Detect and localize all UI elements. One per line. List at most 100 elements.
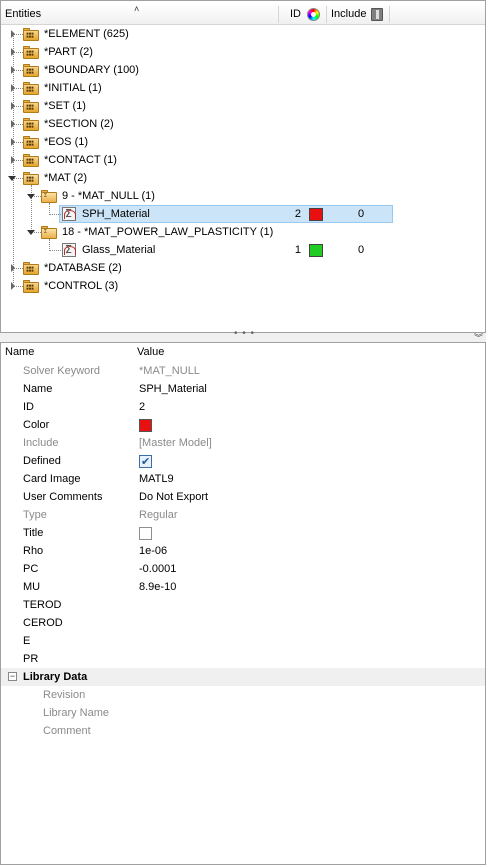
folder-icon: ▪▪▪ ▪▪▪ bbox=[23, 117, 39, 131]
property-table-header: Name Value bbox=[1, 343, 485, 361]
tree-node-glass-material[interactable]: Glass_Material 1 0 bbox=[1, 241, 485, 259]
property-value: *MAT_NULL bbox=[139, 365, 200, 377]
property-row-mu[interactable]: MU 8.9e-10 bbox=[1, 578, 485, 596]
card-image-value[interactable]: MATL9 bbox=[139, 470, 174, 488]
property-row-defined[interactable]: Defined bbox=[1, 452, 485, 471]
expand-arrow-icon[interactable] bbox=[9, 30, 17, 38]
title-checkbox[interactable] bbox=[139, 527, 152, 540]
tree-node-mat[interactable]: ▪▪▪ ▪▪▪ *MAT (2) bbox=[1, 169, 485, 187]
property-row-rho[interactable]: Rho 1e-06 bbox=[1, 542, 485, 560]
expand-arrow-icon[interactable] bbox=[9, 102, 17, 110]
property-row-pr[interactable]: PR bbox=[1, 650, 485, 668]
tree-node-mat-power-law-plasticity[interactable]: Σ 18 - *MAT_POWER_LAW_PLASTICITY (1) bbox=[1, 223, 485, 241]
tree-node-database[interactable]: ▪▪▪ ▪▪▪ *DATABASE (2) bbox=[1, 259, 485, 277]
folder-icon: ▪▪▪ ▪▪▪ bbox=[23, 81, 39, 95]
tree-node-boundary[interactable]: ▪▪▪ ▪▪▪ *BOUNDARY (100) bbox=[1, 61, 485, 79]
tree-node-section[interactable]: ▪▪▪ ▪▪▪ *SECTION (2) bbox=[1, 115, 485, 133]
open-folder-icon: Σ bbox=[41, 189, 57, 203]
collapse-arrow-icon[interactable] bbox=[8, 174, 16, 182]
folder-icon: ▪▪▪ ▪▪▪ bbox=[23, 99, 39, 113]
property-row-name[interactable]: Name SPH_Material bbox=[1, 380, 485, 398]
property-value: Regular bbox=[139, 509, 178, 521]
property-name: Revision bbox=[43, 689, 86, 701]
property-value: [Master Model] bbox=[139, 437, 212, 449]
property-name: ID bbox=[23, 401, 34, 413]
pc-value-field[interactable]: -0.0001 bbox=[139, 560, 176, 578]
tree-node-label: *SECTION (2) bbox=[44, 118, 114, 130]
entity-include: 0 bbox=[358, 244, 365, 256]
color-swatch[interactable] bbox=[139, 419, 152, 432]
property-row-user-comments[interactable]: User Comments Do Not Export bbox=[1, 488, 485, 506]
defined-checkbox[interactable] bbox=[139, 453, 152, 471]
expand-arrow-icon[interactable] bbox=[9, 84, 17, 92]
property-name: Include bbox=[23, 437, 59, 449]
tree-node-contact[interactable]: ▪▪▪ ▪▪▪ *CONTACT (1) bbox=[1, 151, 485, 169]
property-row-title[interactable]: Title bbox=[1, 524, 485, 542]
id-column-header[interactable]: ID bbox=[290, 4, 301, 25]
tree-node-mat-null[interactable]: Σ 9 - *MAT_NULL (1) bbox=[1, 187, 485, 205]
id-value-field[interactable]: 2 bbox=[139, 398, 145, 416]
tree-node-label: *CONTROL (3) bbox=[44, 280, 119, 292]
property-row-solver-keyword[interactable]: Solver Keyword *MAT_NULL bbox=[1, 362, 485, 380]
name-column-header[interactable]: Name bbox=[5, 343, 34, 361]
column-divider[interactable] bbox=[278, 6, 279, 23]
property-row-pc[interactable]: PC -0.0001 bbox=[1, 560, 485, 578]
entity-color-swatch[interactable] bbox=[309, 244, 323, 257]
entity-color-swatch[interactable] bbox=[309, 208, 323, 221]
property-row-comment[interactable]: Comment bbox=[1, 722, 485, 740]
property-row-type[interactable]: Type Regular bbox=[1, 506, 485, 524]
tree-node-label: *CONTACT (1) bbox=[44, 154, 117, 166]
entities-column-header[interactable]: Entities bbox=[5, 4, 41, 25]
user-comments-dropdown[interactable]: Do Not Export bbox=[139, 488, 208, 506]
name-value-field[interactable]: SPH_Material bbox=[139, 380, 207, 398]
expand-arrow-icon[interactable] bbox=[9, 48, 17, 56]
expand-arrow-icon[interactable] bbox=[9, 156, 17, 164]
property-row-e[interactable]: E bbox=[1, 632, 485, 650]
folder-icon: ▪▪▪ ▪▪▪ bbox=[23, 135, 39, 149]
entity-browser: Entities ˄ ID Include ▪▪▪ ▪▪▪ *ELEMENT (6… bbox=[0, 0, 486, 333]
tree-node-label: 9 - *MAT_NULL (1) bbox=[62, 190, 155, 202]
entity-include: 0 bbox=[358, 208, 365, 220]
expand-arrow-icon[interactable] bbox=[9, 120, 17, 128]
value-column-header[interactable]: Value bbox=[137, 343, 164, 361]
tree-node-control[interactable]: ▪▪▪ ▪▪▪ *CONTROL (3) bbox=[1, 277, 485, 295]
collapse-arrow-icon[interactable] bbox=[27, 192, 35, 200]
pane-splitter[interactable]: • • • ︾ bbox=[0, 328, 486, 343]
rho-value-field[interactable]: 1e-06 bbox=[139, 542, 167, 560]
include-file-icon[interactable] bbox=[371, 8, 383, 21]
mu-value-field[interactable]: 8.9e-10 bbox=[139, 578, 176, 596]
splitter-grip-icon[interactable]: • • • bbox=[234, 328, 255, 339]
tree-node-label: 18 - *MAT_POWER_LAW_PLASTICITY (1) bbox=[62, 226, 274, 238]
tree-node-sph-material[interactable]: SPH_Material 2 0 bbox=[1, 205, 485, 223]
property-name: Library Name bbox=[43, 707, 110, 719]
folder-icon: ▪▪▪ ▪▪▪ bbox=[23, 279, 39, 293]
tree-node-element[interactable]: ▪▪▪ ▪▪▪ *ELEMENT (625) bbox=[1, 25, 485, 43]
expand-arrow-icon[interactable] bbox=[9, 264, 17, 272]
tree-node-set[interactable]: ▪▪▪ ▪▪▪ *SET (1) bbox=[1, 97, 485, 115]
column-divider[interactable] bbox=[389, 6, 390, 23]
tree-node-part[interactable]: ▪▪▪ ▪▪▪ *PART (2) bbox=[1, 43, 485, 61]
expand-arrow-icon[interactable] bbox=[9, 138, 17, 146]
property-name: Name bbox=[23, 383, 53, 395]
property-row-card-image[interactable]: Card Image MATL9 bbox=[1, 470, 485, 488]
property-row-include[interactable]: Include [Master Model] bbox=[1, 434, 485, 452]
property-name: Comment bbox=[43, 725, 91, 737]
property-row-revision[interactable]: Revision bbox=[1, 686, 485, 704]
library-data-section[interactable]: − Library Data bbox=[1, 668, 485, 686]
property-row-library-name[interactable]: Library Name bbox=[1, 704, 485, 722]
tree-node-label: *ELEMENT (625) bbox=[44, 28, 129, 40]
tree-node-initial[interactable]: ▪▪▪ ▪▪▪ *INITIAL (1) bbox=[1, 79, 485, 97]
column-divider[interactable] bbox=[326, 6, 327, 23]
property-row-color[interactable]: Color bbox=[1, 416, 485, 434]
include-column-header[interactable]: Include bbox=[331, 4, 366, 25]
expand-arrow-icon[interactable] bbox=[9, 66, 17, 74]
property-row-cerod[interactable]: CEROD bbox=[1, 614, 485, 632]
expand-arrow-icon[interactable] bbox=[9, 282, 17, 290]
entity-id: 2 bbox=[294, 208, 301, 220]
tree-node-eos[interactable]: ▪▪▪ ▪▪▪ *EOS (1) bbox=[1, 133, 485, 151]
collapse-section-icon[interactable]: − bbox=[8, 672, 17, 681]
property-row-id[interactable]: ID 2 bbox=[1, 398, 485, 416]
color-wheel-icon[interactable] bbox=[307, 8, 320, 21]
property-row-terod[interactable]: TEROD bbox=[1, 596, 485, 614]
collapse-arrow-icon[interactable] bbox=[27, 228, 35, 236]
